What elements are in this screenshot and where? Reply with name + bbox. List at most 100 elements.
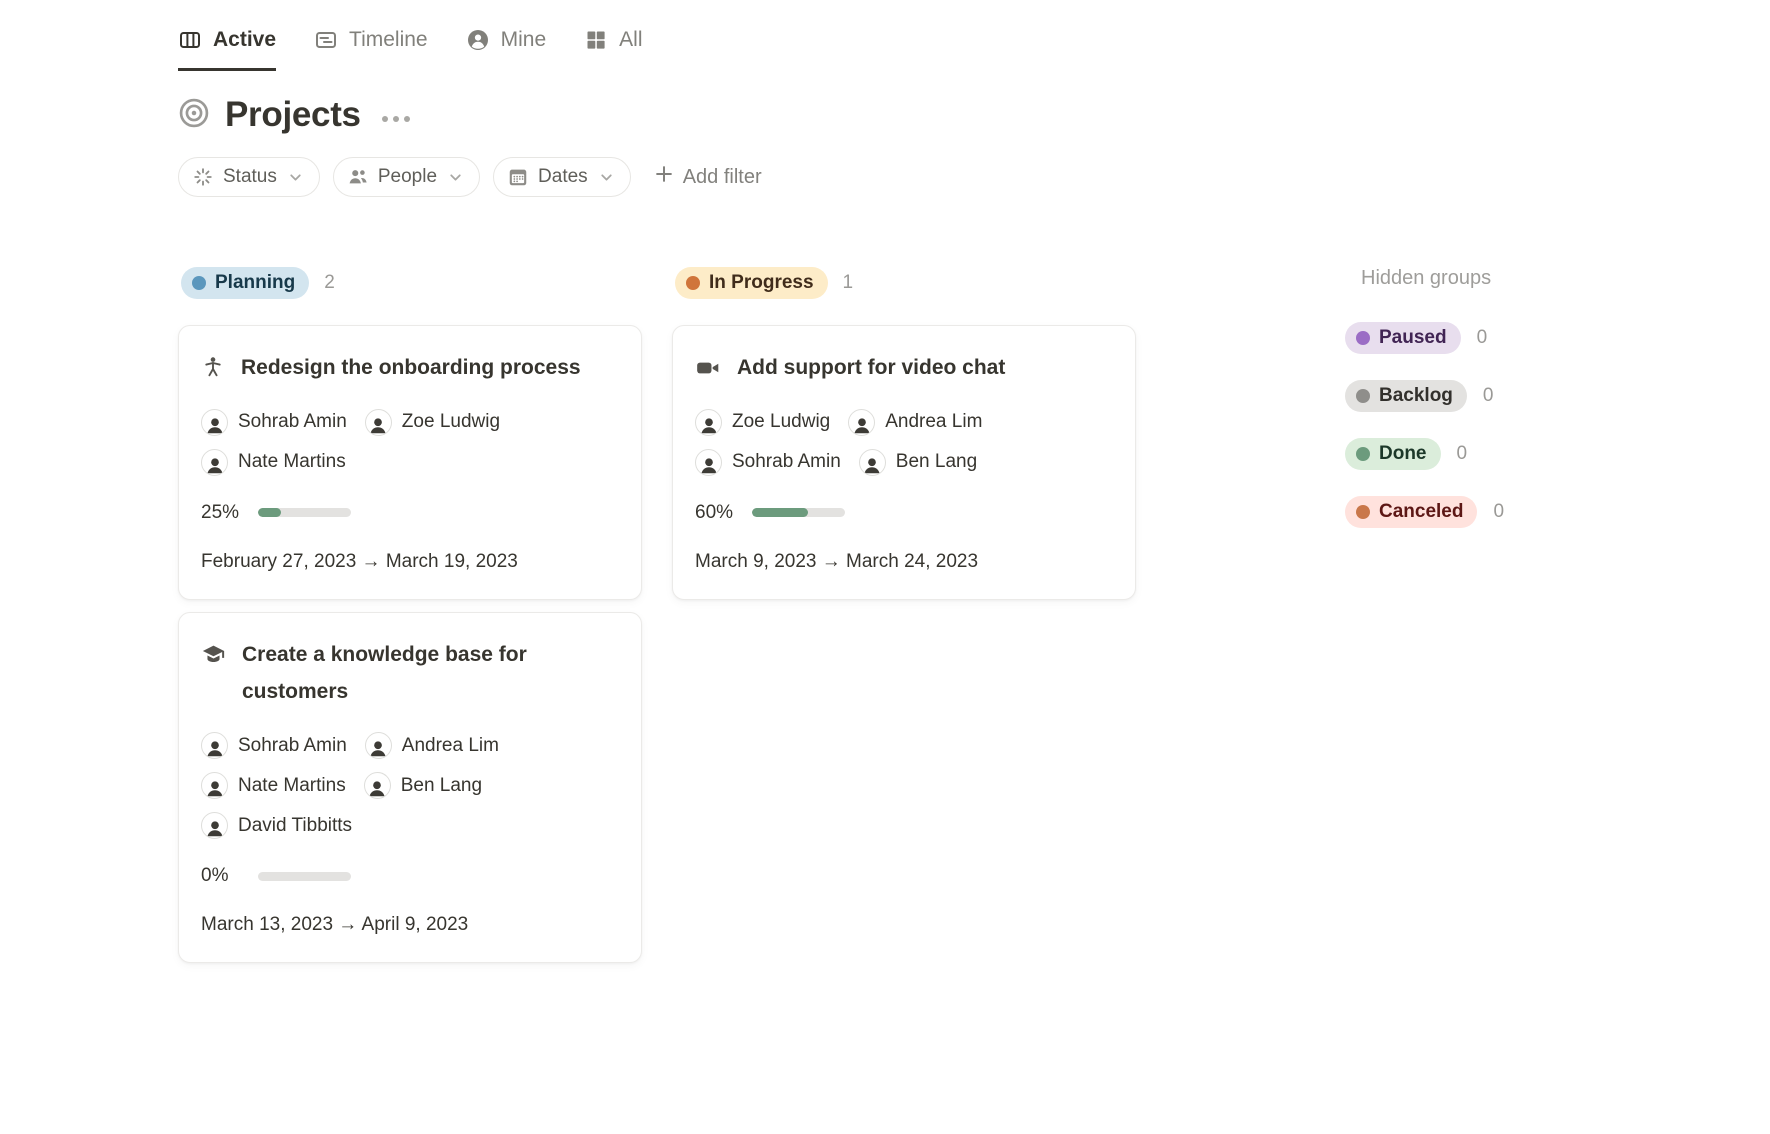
status-dot: [192, 276, 206, 290]
card-people: Sohrab Amin Andrea Lim Nate Martins Ben …: [201, 732, 619, 839]
hidden-group-paused: Paused 0: [1345, 322, 1504, 354]
column-count: 1: [843, 272, 854, 294]
group-count: 0: [1477, 327, 1488, 349]
avatar: [365, 732, 392, 759]
status-pill-done[interactable]: Done: [1345, 438, 1441, 470]
status-pill-paused[interactable]: Paused: [1345, 322, 1461, 354]
progress-bar: [258, 508, 351, 517]
status-pill-canceled[interactable]: Canceled: [1345, 496, 1477, 528]
card-title: Add support for video chat: [737, 350, 1005, 387]
person-chip: Ben Lang: [364, 772, 482, 799]
person-name: Zoe Ludwig: [732, 411, 830, 433]
kanban-board: Planning 2 Redesign the onboarding proce…: [178, 267, 1770, 975]
hidden-group-backlog: Backlog 0: [1345, 380, 1504, 412]
avatar: [695, 449, 722, 476]
status-pill-planning[interactable]: Planning: [181, 267, 309, 299]
person-name: David Tibbitts: [238, 815, 352, 837]
person-chip: Sohrab Amin: [201, 409, 347, 436]
status-dot: [1356, 389, 1370, 403]
project-card-redesign-onboarding[interactable]: Redesign the onboarding process Sohrab A…: [178, 325, 642, 600]
person-icon: [201, 355, 225, 379]
hidden-groups-title: Hidden groups: [1345, 267, 1504, 290]
tab-active[interactable]: Active: [178, 28, 276, 71]
card-title: Create a knowledge base for customers: [242, 637, 619, 711]
tab-label: Mine: [501, 28, 547, 52]
more-options-icon[interactable]: [382, 116, 410, 122]
status-dot: [686, 276, 700, 290]
status-dot: [1356, 505, 1370, 519]
person-name: Andrea Lim: [402, 735, 499, 757]
chevron-down-icon: [598, 169, 615, 186]
hidden-groups-panel: Hidden groups Paused 0 Backlog 0 Done: [1345, 267, 1504, 554]
target-icon: [178, 97, 210, 134]
filter-people[interactable]: People: [333, 157, 480, 197]
card-people: Sohrab Amin Zoe Ludwig Nate Martins: [201, 409, 619, 476]
person-chip: David Tibbitts: [201, 812, 352, 839]
board-view-icon: [178, 28, 202, 52]
avatar: [201, 409, 228, 436]
projects-board-page: Active Timeline Mine All Projects: [0, 0, 1770, 975]
project-card-knowledge-base[interactable]: Create a knowledge base for customers So…: [178, 612, 642, 964]
person-chip: Zoe Ludwig: [695, 409, 830, 436]
avatar: [695, 409, 722, 436]
add-filter-button[interactable]: Add filter: [654, 164, 762, 190]
progress-fill: [752, 508, 808, 517]
plus-icon: [654, 164, 674, 190]
card-title: Redesign the onboarding process: [241, 350, 581, 387]
progress-label: 25%: [201, 502, 241, 524]
avatar: [201, 449, 228, 476]
progress-bar: [752, 508, 845, 517]
tab-label: Active: [213, 28, 276, 52]
status-dot: [1356, 331, 1370, 345]
filter-status[interactable]: Status: [178, 157, 320, 197]
person-circle-icon: [466, 28, 490, 52]
person-name: Sohrab Amin: [238, 735, 347, 757]
column-count: 2: [324, 272, 335, 294]
person-name: Sohrab Amin: [732, 451, 841, 473]
project-card-video-chat[interactable]: Add support for video chat Zoe Ludwig An…: [672, 325, 1136, 600]
column-in-progress: In Progress 1 Add support for video chat…: [672, 267, 1136, 612]
add-filter-label: Add filter: [683, 166, 762, 189]
page-title[interactable]: Projects: [225, 95, 361, 135]
calendar-icon: [507, 166, 529, 188]
avatar: [859, 449, 886, 476]
status-pill-in-progress[interactable]: In Progress: [675, 267, 828, 299]
person-name: Nate Martins: [238, 775, 346, 797]
page-title-row: Projects: [178, 95, 1770, 135]
tab-mine[interactable]: Mine: [466, 28, 547, 71]
status-label: Done: [1379, 443, 1427, 465]
progress-row: 60%: [695, 502, 1113, 524]
card-people: Zoe Ludwig Andrea Lim Sohrab Amin Ben La…: [695, 409, 1113, 476]
view-tabs: Active Timeline Mine All: [178, 28, 1770, 71]
group-count: 0: [1457, 443, 1468, 465]
avatar: [201, 772, 228, 799]
progress-label: 0%: [201, 865, 241, 887]
hidden-group-done: Done 0: [1345, 438, 1504, 470]
tab-timeline[interactable]: Timeline: [314, 28, 428, 71]
progress-label: 60%: [695, 502, 735, 524]
card-dates: March 13, 2023 → April 9, 2023: [201, 914, 619, 936]
status-pill-backlog[interactable]: Backlog: [1345, 380, 1467, 412]
filter-label: Status: [223, 166, 277, 188]
person-name: Ben Lang: [401, 775, 482, 797]
person-name: Ben Lang: [896, 451, 977, 473]
column-header: In Progress 1: [672, 267, 1136, 299]
video-camera-icon: [695, 355, 721, 381]
person-chip: Sohrab Amin: [201, 732, 347, 759]
people-icon: [347, 166, 369, 188]
timeline-view-icon: [314, 28, 338, 52]
filter-bar: Status People Dates: [178, 157, 1770, 197]
chevron-down-icon: [287, 169, 304, 186]
filter-label: Dates: [538, 166, 588, 188]
avatar: [848, 409, 875, 436]
progress-fill: [258, 508, 281, 517]
filter-dates[interactable]: Dates: [493, 157, 631, 197]
person-name: Andrea Lim: [885, 411, 982, 433]
status-label: In Progress: [709, 272, 814, 294]
avatar: [364, 772, 391, 799]
person-name: Sohrab Amin: [238, 411, 347, 433]
person-name: Zoe Ludwig: [402, 411, 500, 433]
status-burst-icon: [192, 166, 214, 188]
status-label: Backlog: [1379, 385, 1453, 407]
tab-all[interactable]: All: [584, 28, 642, 71]
